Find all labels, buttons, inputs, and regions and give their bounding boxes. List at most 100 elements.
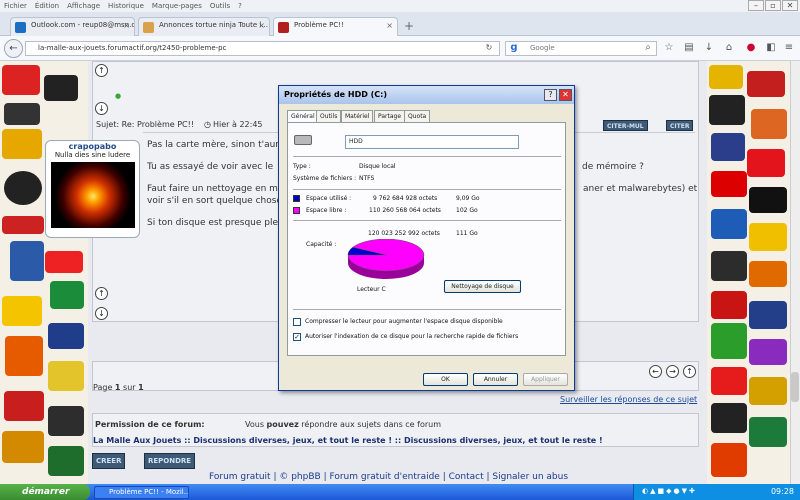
scroll-up-icon[interactable]: ↑	[95, 64, 108, 77]
user-profile-card: crapopabo Nulla dies sine ludere	[45, 140, 140, 238]
close-icon[interactable]: ×	[386, 21, 393, 30]
tab-label: Annonces tortue ninja Toute l...	[159, 21, 269, 29]
sticker	[749, 417, 787, 447]
create-topic-button[interactable]: CREER	[92, 453, 126, 469]
reply-button[interactable]: REPONDRE	[144, 453, 196, 469]
username[interactable]: crapopabo	[46, 142, 139, 151]
permissions-text: Vous pouvez répondre aux sujets dans ce …	[245, 420, 441, 429]
adblock-icon[interactable]: ●	[744, 41, 758, 55]
sticker	[711, 443, 747, 477]
tab-outlook[interactable]: Outlook.com - reup08@msn.c... ×	[10, 17, 135, 36]
fs-value: NTFS	[359, 175, 375, 182]
quote-button[interactable]: CITER	[666, 120, 694, 131]
tab-partage[interactable]: Partage	[374, 110, 406, 122]
sticker	[747, 149, 785, 177]
page-scrollbar[interactable]	[790, 61, 800, 484]
footer-link[interactable]: Forum gratuit d'entraide	[329, 472, 439, 482]
taskbar-firefox[interactable]: Problème PC!! - Mozil...	[94, 486, 189, 499]
chat-icon[interactable]: ◧	[764, 41, 778, 55]
minimize-button[interactable]: –	[748, 0, 764, 11]
fs-label: Système de fichiers :	[293, 175, 357, 182]
menu-outils[interactable]: Outils	[210, 0, 230, 12]
tray-icons: ◐▲■◆●▼✚	[642, 487, 697, 495]
capacity-bytes: 120 023 252 992 octets	[368, 230, 440, 237]
sticker	[48, 361, 84, 391]
help-button[interactable]: ?	[544, 89, 557, 101]
next-page-icon[interactable]: →	[666, 365, 679, 378]
index-checkbox[interactable]: ✓	[293, 333, 301, 341]
close-button[interactable]: ✕	[782, 0, 798, 11]
sticker	[749, 301, 787, 329]
footer-link[interactable]: © phpBB	[279, 472, 320, 482]
scroll-down-icon[interactable]: ↓	[95, 102, 108, 115]
permissions-box: Permission de ce forum: Vous pouvez répo…	[92, 413, 699, 447]
back-button[interactable]: ←	[4, 39, 23, 58]
scroll-down-icon[interactable]: ↓	[95, 307, 108, 320]
new-tab-button[interactable]: +	[404, 19, 414, 33]
menu-edition[interactable]: Édition	[35, 0, 59, 12]
close-icon[interactable]: ×	[123, 21, 130, 30]
sticker	[709, 65, 743, 89]
menu-affichage[interactable]: Affichage	[67, 0, 100, 12]
watch-topic-link[interactable]: Surveiller les réponses de ce sujet	[560, 395, 697, 404]
sticker	[5, 336, 43, 376]
menu-historique[interactable]: Historique	[108, 0, 144, 12]
ok-button[interactable]: OK	[423, 373, 468, 386]
reload-icon[interactable]: ↻	[482, 41, 496, 55]
footer-link[interactable]: Forum gratuit	[209, 472, 271, 482]
footer-link[interactable]: Contact	[449, 472, 484, 482]
tab-materiel[interactable]: Matériel	[341, 110, 374, 122]
compress-checkbox[interactable]	[293, 318, 301, 326]
tab-probleme-pc[interactable]: Problème PC!! ×	[273, 17, 398, 37]
avatar	[51, 162, 135, 228]
sticker	[749, 339, 787, 365]
menu-icon[interactable]: ≡	[782, 41, 796, 55]
used-go: 9,09 Go	[456, 195, 480, 202]
hard-drive-icon	[294, 135, 312, 145]
sticker	[747, 71, 785, 97]
maximize-button[interactable]: ▫	[765, 0, 781, 11]
tab-annonces[interactable]: Annonces tortue ninja Toute l... ×	[138, 17, 270, 36]
prev-page-icon[interactable]: ←	[649, 365, 662, 378]
properties-dialog: Propriétés de HDD (C:) ? ✕ Général Outil…	[278, 85, 575, 391]
sticker	[711, 171, 747, 197]
home-icon[interactable]: ⌂	[722, 41, 736, 55]
sticker	[10, 241, 44, 281]
google-icon[interactable]: g	[507, 41, 521, 55]
url-bar[interactable]: la-malle-aux-jouets.forumactif.org/t2450…	[25, 41, 500, 56]
footer-link[interactable]: Signaler un abus	[492, 472, 568, 482]
dialog-close-button[interactable]: ✕	[559, 89, 572, 101]
scroll-up-icon[interactable]: ↑	[95, 287, 108, 300]
start-button[interactable]: démarrer	[0, 484, 90, 500]
menu-fichier[interactable]: Fichier	[4, 0, 27, 12]
drive-name-field[interactable]: HDD	[345, 135, 519, 149]
star-icon[interactable]: ☆	[662, 41, 676, 55]
window-controls: – ▫ ✕	[748, 0, 798, 12]
post-line-5: Si ton disque est presque ple	[147, 218, 279, 228]
download-icon[interactable]: ↓	[702, 41, 716, 55]
tab-outils[interactable]: Outils	[316, 110, 342, 122]
scrollbar-thumb[interactable]	[791, 372, 799, 402]
breadcrumb[interactable]: La Malle Aux Jouets :: Discussions diver…	[93, 436, 603, 445]
free-bytes: 110 260 568 064 octets	[369, 207, 441, 214]
post-line-4: voir s'il en sort quelque chose	[147, 196, 282, 206]
clipboard-icon[interactable]: ▤	[682, 41, 696, 55]
sticker	[48, 323, 84, 349]
search-input[interactable]: Google	[505, 41, 657, 56]
close-icon[interactable]: ×	[258, 21, 265, 30]
sticker	[2, 129, 42, 159]
quote-multi-button[interactable]: CITER-MUL	[603, 120, 648, 131]
cancel-button[interactable]: Annuler	[473, 373, 518, 386]
tab-quota[interactable]: Quota	[404, 110, 431, 122]
disk-cleanup-button[interactable]: Nettoyage de disque	[444, 280, 521, 293]
up-page-icon[interactable]: ↑	[683, 365, 696, 378]
navigation-bar: ← la-malle-aux-jouets.forumactif.org/t24…	[0, 36, 800, 61]
sticker	[2, 216, 44, 234]
apply-button[interactable]: Appliquer	[523, 373, 568, 386]
divider	[293, 220, 561, 221]
menu-marque-pages[interactable]: Marque-pages	[152, 0, 202, 12]
menu-aide[interactable]: ?	[238, 0, 242, 12]
search-icon[interactable]: ⌕	[641, 41, 655, 55]
sticker	[48, 446, 84, 476]
sticker-background-right	[707, 61, 790, 484]
